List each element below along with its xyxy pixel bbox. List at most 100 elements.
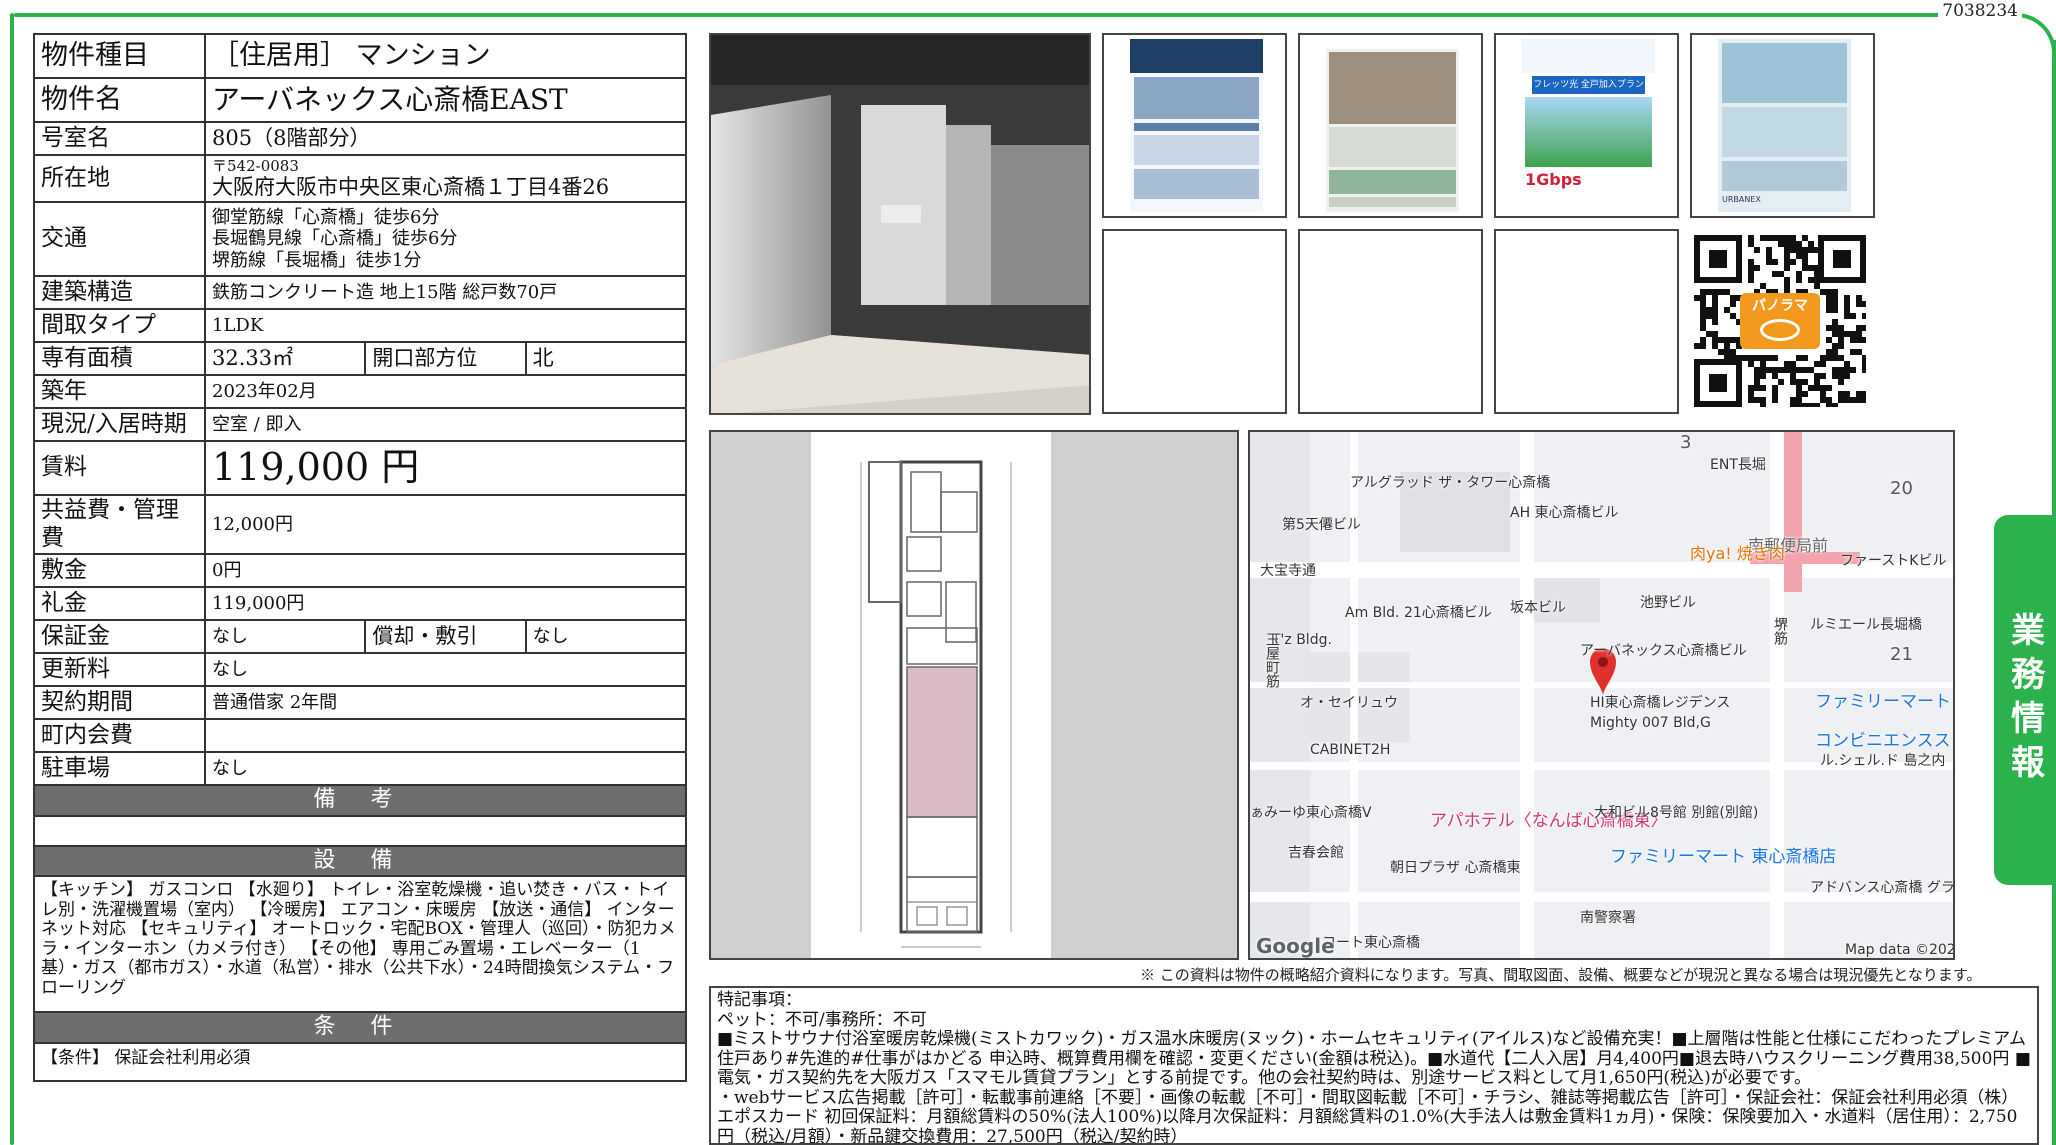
map-label: ファーストKビル xyxy=(1840,553,1947,569)
map-label: アルグラッド ザ・タワー心斎橋 xyxy=(1350,475,1551,491)
kind-label: 物件種目 xyxy=(33,33,206,79)
fiber-speed: 1Gbps xyxy=(1525,170,1582,189)
address-cell: 〒542-0083 大阪府大阪市中央区東心斎橋１丁目4番26 xyxy=(204,153,687,204)
area-value: 32.33㎡ xyxy=(203,341,367,377)
map-label: Mighty 007 Bld,G xyxy=(1590,715,1711,731)
key-money-value: 119,000円 xyxy=(204,586,687,622)
community-fee-label: 町内会費 xyxy=(33,718,206,754)
map-label: ル.シェル.ド 島之内 xyxy=(1820,753,1946,769)
postal-code: 〒542-0083 xyxy=(212,157,299,175)
built-label: 築年 xyxy=(33,374,206,410)
layout-value: 1LDK xyxy=(204,308,687,344)
community-fee-value xyxy=(204,718,687,754)
disclaimer-note: ※ この資料は物件の概略紹介資料になります。写真、間取図面、設備、概要などが現況… xyxy=(1140,966,1982,984)
structure-value: 鉄筋コンクリート造 地上15階 総戸数70戸 xyxy=(204,275,687,311)
direction-label: 開口部方位 xyxy=(364,341,527,377)
map-label: 坂本ビル xyxy=(1510,600,1566,616)
area-label: 専有面積 xyxy=(33,341,206,377)
guarantee-value: なし xyxy=(203,619,367,655)
map-label: アドバンス心斎橋 グランガーデン xyxy=(1810,880,1955,896)
map-label: 南警察署 xyxy=(1580,910,1636,926)
map-label: 大宝寺通 xyxy=(1260,563,1316,579)
map-label: 堺筋 xyxy=(1772,617,1788,645)
entrance-photo[interactable] xyxy=(709,33,1091,415)
fiber-banner: フレッツ光 全戸加入プラン xyxy=(1532,76,1645,94)
address-value: 大阪府大阪市中央区東心斎橋１丁目4番26 xyxy=(212,175,610,199)
frame-left-line xyxy=(10,13,14,1145)
map-label: 朝日プラザ 心斎橋東 xyxy=(1390,860,1521,876)
flyer-thumbnail-2[interactable] xyxy=(1298,33,1483,218)
status-label: 現況/入居時期 xyxy=(33,407,206,443)
side-tab-business-info[interactable]: 業務情報 xyxy=(1994,515,2056,885)
map-label: ENT長堀 xyxy=(1710,457,1766,473)
panorama-label: パノラマ xyxy=(1752,298,1808,314)
kind-value: ［住居用］ マンション xyxy=(204,33,687,79)
map-label: コート東心斎橋 xyxy=(1322,935,1420,951)
remarks-value xyxy=(33,814,687,847)
map-label: 第5天僊ビル xyxy=(1282,517,1361,533)
direction-value: 北 xyxy=(524,341,688,377)
empty-photo-slot xyxy=(1102,229,1287,414)
guarantee-label: 保証金 xyxy=(33,619,206,655)
remarks-header: 備 考 xyxy=(33,784,687,817)
access-line: 御堂筋線「心斎橋」徒歩6分 xyxy=(212,206,440,228)
structure-label: 建築構造 xyxy=(33,275,206,311)
access-cell: 御堂筋線「心斎橋」徒歩6分 長堀鶴見線「心斎橋」徒歩6分 堺筋線「長堀橋」徒歩1… xyxy=(204,201,687,278)
amortization-label: 償却・敷引 xyxy=(364,619,527,655)
flyer-thumbnail-fiber[interactable]: フレッツ光 全戸加入プラン 1Gbps xyxy=(1494,33,1679,218)
flyer-thumbnail-4[interactable]: URBANEX xyxy=(1690,33,1875,218)
room-label: 号室名 xyxy=(33,121,206,156)
special-notes: 特記事項： ペット：不可/事務所：不可 ■ミストサウナ付浴室暖房乾燥機(ミストカ… xyxy=(709,986,2039,1145)
equipment-value: 【キッチン】 ガスコンロ 【水廻り】 トイレ・浴室乾燥機・追い焚き・バス・トイレ… xyxy=(33,875,687,1014)
access-line: 長堀鶴見線「心斎橋」徒歩6分 xyxy=(212,228,458,250)
map-label: AH 東心斎橋ビル xyxy=(1510,505,1619,521)
map-label: コンビニエンスストア xyxy=(1815,731,1953,751)
map-label: 20 xyxy=(1890,478,1913,499)
panorama-qr-code[interactable]: パノラマ xyxy=(1694,235,1868,409)
deposit-value: 0円 xyxy=(204,553,687,589)
equipment-header: 設 備 xyxy=(33,844,687,878)
map-label: Am Bld. 21心斎橋ビル xyxy=(1345,605,1492,621)
fee-label: 共益費・管理費 xyxy=(33,494,206,556)
renewal-value: なし xyxy=(204,652,687,688)
access-line: 堺筋線「長堀橋」徒歩1分 xyxy=(212,249,422,271)
room-value: 805（8階部分） xyxy=(204,121,687,156)
frame-top-line xyxy=(14,13,1910,17)
map-label: 21 xyxy=(1890,644,1913,665)
rent-value: 119,000 円 xyxy=(204,440,687,497)
property-spec-table: 物件種目 ［住居用］ マンション 物件名 アーバネックス心斎橋EAST 号室名 … xyxy=(33,33,688,1082)
map-label: 玉屋町筋 xyxy=(1264,632,1280,688)
notes-line: ペット：不可/事務所：不可 xyxy=(717,1009,927,1030)
notes-title: 特記事項： xyxy=(717,990,802,1010)
map-label: 池野ビル xyxy=(1640,595,1696,611)
contract-label: 契約期間 xyxy=(33,685,206,721)
name-label: 物件名 xyxy=(33,77,206,123)
fee-value: 12,000円 xyxy=(204,494,687,556)
rent-label: 賃料 xyxy=(33,440,206,497)
map-label: Map data ©2024 xyxy=(1845,942,1955,958)
map-label: HI東心斎橋レジデンス xyxy=(1590,695,1731,711)
location-map[interactable]: アルグラッド ザ・タワー心斎橋 ENT長堀 第5天僊ビル AH 東心斎橋ビル 南郵便局前… xyxy=(1248,430,1955,960)
document-id: 7038234 xyxy=(1938,1,2022,21)
map-label: CABINET2H xyxy=(1310,742,1391,758)
map-label: 3 xyxy=(1680,432,1692,453)
map-label: オ・セイリュウ xyxy=(1300,695,1398,711)
conditions-value: 【条件】 保証会社利用必須 xyxy=(33,1041,687,1082)
urbanex-logo-text: URBANEX xyxy=(1722,195,1761,204)
parking-label: 駐車場 xyxy=(33,751,206,787)
built-value: 2023年02月 xyxy=(204,374,687,410)
contract-value: 普通借家 2年間 xyxy=(204,685,687,721)
flyer-thumbnail-1[interactable] xyxy=(1102,33,1287,218)
map-label: ぁみーゆ東心斎橋V xyxy=(1250,805,1372,821)
empty-photo-slot xyxy=(1494,229,1679,414)
map-label: ルミエール長堀橋 xyxy=(1810,617,1922,633)
empty-photo-slot xyxy=(1298,229,1483,414)
map-label: Google xyxy=(1256,934,1335,958)
floor-plan[interactable] xyxy=(709,430,1239,960)
map-label: ファミリーマート 長堀橋駅南店 xyxy=(1815,692,1953,712)
status-value: 空室 / 即入 xyxy=(204,407,687,443)
parking-value: なし xyxy=(204,751,687,787)
map-label: アーバネックス心斎橋ビル xyxy=(1580,643,1747,659)
key-money-label: 礼金 xyxy=(33,586,206,622)
deposit-label: 敷金 xyxy=(33,553,206,589)
